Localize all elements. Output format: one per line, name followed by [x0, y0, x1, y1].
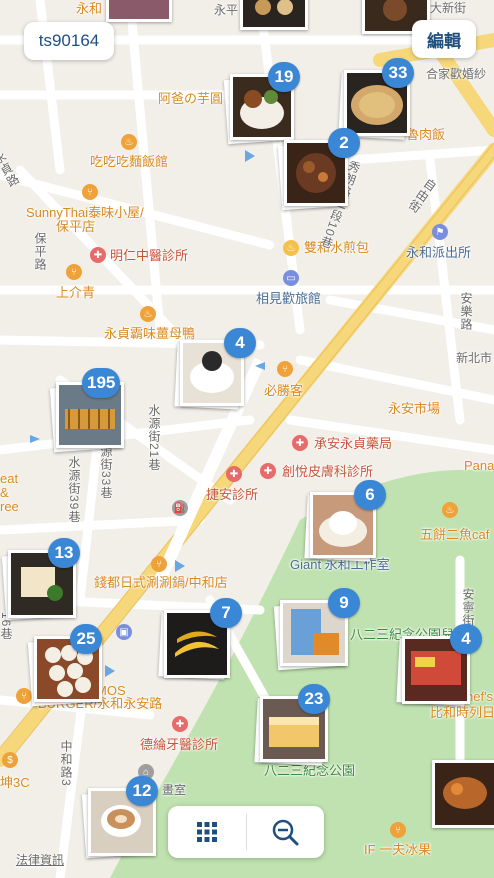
jiean-poi-icon[interactable]: ✚ — [226, 466, 242, 482]
mingren-poi-icon[interactable]: ✚ — [90, 247, 106, 263]
pin-count-badge: 2 — [328, 128, 360, 158]
map-label-shuiyuan21: 水源街21巷 — [147, 404, 161, 472]
pin-count-badge: 7 — [210, 598, 242, 628]
map-label-eat: eat — [0, 471, 19, 486]
map-label-bihe: 比和時列日 — [430, 705, 494, 720]
map-label-deyu: 德綸牙醫診所 — [140, 737, 219, 752]
map-label-anle: 安樂路 — [459, 292, 473, 331]
grid-view-button[interactable] — [168, 806, 246, 858]
shangjieqing-poi-icon[interactable]: ⑂ — [66, 264, 82, 280]
wubing-poi-icon[interactable]: ♨ — [442, 502, 458, 518]
map-label-wubing: 五餅二魚caf — [420, 527, 490, 542]
pin-count-badge: 23 — [298, 684, 330, 714]
map-label-shuiyuan39: 水源街39巷 — [67, 456, 81, 524]
map-label-chuangshi: 創悅皮膚科診所 — [282, 464, 374, 479]
map-label-amp: & — [0, 485, 9, 500]
map-label-shuanghe: 雙和水煎包 — [304, 240, 370, 255]
pin-count-badge: 4 — [224, 328, 256, 358]
map-label-park: 八二三紀念公園 — [264, 763, 356, 778]
pin-count-badge: 9 — [328, 588, 360, 618]
map-label-anning: 安寧街 — [461, 588, 475, 627]
kun3c-poi-icon[interactable]: $ — [2, 752, 18, 768]
pin-count-badge: 4 — [450, 624, 482, 654]
pin-count-badge: 33 — [382, 58, 414, 88]
map-label-yonghe-police: 永和派出所 — [406, 245, 472, 260]
map-label-baoping: 保平店 — [56, 219, 96, 234]
dermatology-poi-icon[interactable]: ✚ — [260, 463, 276, 479]
map-label-shangjieqing: 上介青 — [56, 285, 96, 300]
map-label-daxin: 大新街 — [430, 1, 467, 15]
chichi-poi-icon[interactable]: ♨ — [121, 134, 137, 150]
map-label-bishengke: 必勝客 — [264, 383, 304, 398]
pharmacy-poi-icon[interactable]: ✚ — [292, 435, 308, 451]
edit-button[interactable]: 編輯 — [412, 20, 476, 58]
map-label-mingren: 明仁中醫診所 — [110, 248, 189, 263]
police-poi-icon[interactable]: ⚑ — [432, 224, 448, 240]
zoom-out-icon — [273, 819, 299, 846]
map-label-huashi: 畫室 — [162, 783, 187, 797]
map-label-qiandu: 錢都日式涮涮鍋/中和店 — [94, 575, 228, 590]
map-label-kun3c: 坤3C — [0, 775, 30, 790]
map-label-yonghe-top: 永和 — [76, 1, 103, 16]
sunnythai-poi-icon[interactable]: ⑂ — [82, 184, 98, 200]
map-label-aba: 阿爸の芋圓 — [158, 91, 224, 106]
pin-count-badge: 13 — [48, 538, 80, 568]
map-label-sunnythai: SunnyThai泰味小屋/ — [26, 205, 144, 220]
map-label-yongzhen-pharm: 承安永貞藥局 — [314, 436, 393, 451]
grid-icon — [196, 822, 217, 842]
photo-top-mid — [243, 0, 305, 27]
pin-count-badge: 19 — [268, 62, 300, 92]
if-poi-icon[interactable]: ⑂ — [390, 822, 406, 838]
map-label-hejia: 合家歡婚紗 — [426, 67, 487, 81]
map-label-baoping-rd: 保平路 — [33, 232, 47, 271]
map-label-if-icefood: IF 一夫冰果 — [364, 842, 432, 857]
map-toolbar — [168, 806, 324, 858]
map-label-xiangjian: 相見歡旅館 — [256, 291, 322, 306]
map-label-xinbeishi: 新北市 — [456, 351, 493, 365]
zoom-out-button[interactable] — [247, 806, 325, 858]
photo-chicken — [435, 763, 494, 825]
pin-count-badge: 12 — [126, 776, 158, 806]
map-label-chef: hef's — [466, 689, 494, 704]
pizza-poi-icon[interactable]: ⑂ — [277, 361, 293, 377]
mos-poi-icon[interactable]: ⑂ — [16, 688, 32, 704]
map-label-pana: Pana — [464, 458, 494, 473]
map-label-zhonghe3: 中和路3 — [59, 740, 73, 787]
map-label-yongping-top: 永平 — [214, 3, 239, 17]
photo-top-left — [109, 0, 169, 19]
dental-poi-icon[interactable]: ✚ — [172, 716, 188, 732]
pin-count-badge: 6 — [354, 480, 386, 510]
map-label-chichi: 吃吃吃麵飯館 — [90, 154, 169, 169]
yongzhen-noodle-poi-icon[interactable]: ♨ — [140, 306, 156, 322]
map-label-pork-rice: 魯肉飯 — [406, 127, 446, 142]
map-label-yongzhen-noodle: 永貞霸味薑母鴨 — [104, 326, 196, 341]
metro-poi-icon[interactable]: ▣ — [116, 624, 132, 640]
qiandu-poi-icon[interactable]: ⑂ — [151, 556, 167, 572]
shuanghe-poi-icon[interactable]: ♨ — [283, 240, 299, 256]
map-label-legal[interactable]: 法律資訊 — [16, 854, 64, 866]
pin-count-badge: 25 — [70, 624, 102, 654]
map-label-jiean: 捷安診所 — [206, 487, 259, 502]
gas-poi-icon[interactable]: ⛽ — [172, 500, 188, 516]
pin-count-badge: 195 — [82, 368, 121, 398]
hotel-poi-icon[interactable]: ▭ — [283, 270, 299, 286]
map-label-ree: ree — [0, 499, 19, 514]
map-label-yongan-market: 永安市場 — [388, 401, 441, 416]
user-tag-button[interactable]: ts90164 — [24, 22, 114, 60]
